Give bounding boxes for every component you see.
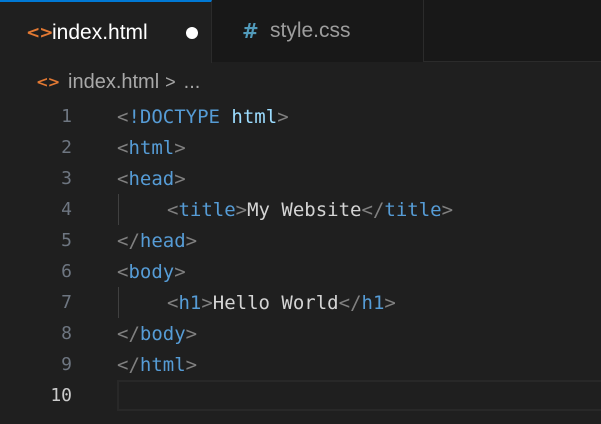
code-token: < [167,291,179,314]
code-text: </body> [117,323,197,345]
code-line[interactable]: 8 </body> [0,318,601,349]
breadcrumb: <> index.html > ... [36,66,200,98]
code-token: < [117,167,129,190]
code-token: < [117,136,129,159]
editor-tab-bar: <> index.html # style.css [0,0,601,63]
code-line[interactable]: 1 <!DOCTYPE html> [0,101,601,132]
code-token: > [174,136,186,159]
tab-style-css[interactable]: # style.css [212,0,424,62]
code-token: title [178,198,236,221]
code-token: > [174,167,186,190]
line-number: 5 [61,230,72,251]
code-token: h1 [178,291,202,314]
code-token: > [185,229,198,252]
code-token: </ [117,322,140,345]
code-token: > [185,322,198,345]
code-text: <!DOCTYPE html> [117,106,289,128]
code-token: < [167,198,179,221]
code-text: <body> [117,261,186,283]
breadcrumb-item-file[interactable]: index.html [68,71,159,94]
line-number: 10 [50,385,72,406]
code-token: title [384,198,442,221]
code-token: > [235,198,248,221]
indent-guide [118,194,119,225]
code-text: <title>My Website</title> [167,199,453,221]
code-line[interactable]: 2 <html> [0,132,601,163]
code-editor[interactable]: 1 <!DOCTYPE html> 2 <html> 3 <head> 4 <title>My… [0,100,601,424]
code-text: <html> [117,137,186,159]
code-token: > [201,291,213,314]
line-number: 7 [61,292,72,313]
code-token: body [128,260,175,283]
code-token: !DOCTYPE [128,105,220,128]
code-token: html [128,136,175,159]
tab-label: index.html [52,20,148,44]
line-number: 1 [61,106,72,127]
code-token: > [441,198,454,221]
line-number: 3 [61,168,72,189]
code-text: </head> [117,230,197,252]
code-line[interactable]: 6 <body> [0,256,601,287]
code-text: <h1>Hello World</h1> [167,292,396,314]
code-token: body [139,322,186,345]
code-token: > [185,353,198,376]
chevron-right-icon: > [165,71,176,92]
tab-index-html[interactable]: <> index.html [0,0,212,63]
code-line[interactable]: 3 <head> [0,163,601,194]
code-line[interactable]: 7 <h1>Hello World</h1> [0,287,601,318]
code-token: head [128,167,175,190]
code-token: My Website [247,198,362,221]
line-number: 2 [61,137,72,158]
code-token: h1 [361,291,385,314]
code-token: head [139,229,186,252]
code-token: > [384,291,396,314]
line-number: 9 [61,354,72,375]
unsaved-changes-dot-icon[interactable] [186,27,198,39]
code-line[interactable]: 9 </html> [0,349,601,380]
code-token: > [174,260,186,283]
code-token: </ [361,198,385,221]
html-file-icon: <> [36,73,60,91]
current-line-highlight [117,380,601,411]
code-text: <head> [117,168,186,190]
code-token: html [231,105,278,128]
code-token: </ [117,229,140,252]
code-line[interactable]: 4 <title>My Website</title> [0,194,601,225]
tab-label: style.css [270,19,351,42]
code-token: Hello World [212,291,339,314]
code-token: html [139,353,186,376]
html-file-icon: <> [26,22,54,43]
code-line[interactable]: 10 [0,380,601,411]
line-number: 8 [61,323,72,344]
breadcrumb-item-symbols[interactable]: ... [184,71,201,94]
indent-guide [118,287,119,318]
line-number: 6 [61,261,72,282]
code-token: < [117,260,129,283]
css-file-icon: # [242,19,259,43]
code-token: < [117,105,129,128]
code-token: </ [117,353,140,376]
code-token: > [277,105,289,128]
line-number: 4 [61,199,72,220]
code-text: </html> [117,354,197,376]
code-line[interactable]: 5 </head> [0,225,601,256]
code-token: </ [338,291,362,314]
